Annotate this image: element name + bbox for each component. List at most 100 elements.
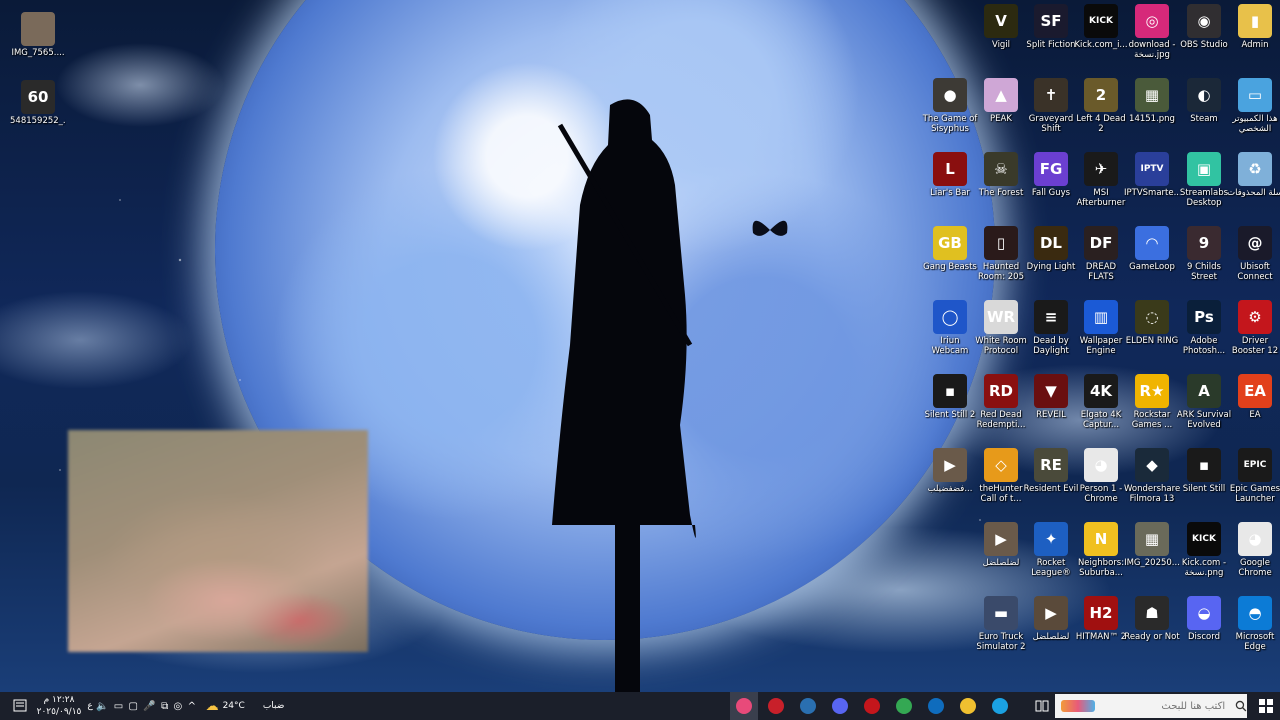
desktop-icon[interactable]: ☗ Ready or Not bbox=[1124, 596, 1180, 660]
desktop-icon[interactable]: ▲ PEAK bbox=[973, 78, 1029, 142]
desktop-icon[interactable]: H2 HITMAN™ 2 bbox=[1073, 596, 1129, 660]
desktop-icon[interactable]: ⚙ Driver Booster 12 bbox=[1227, 300, 1280, 364]
desktop-icon[interactable]: ▶ لضلصلضل bbox=[1023, 596, 1079, 660]
copy-icon[interactable]: ⧉ bbox=[161, 701, 168, 712]
desktop-icon[interactable]: ◕ Google Chrome bbox=[1227, 522, 1280, 586]
desktop-icon[interactable]: ● The Game of Sisyphus bbox=[922, 78, 978, 142]
desktop-icon[interactable]: FG Fall Guys bbox=[1023, 152, 1079, 216]
volume-icon[interactable]: 🔈 bbox=[96, 701, 108, 712]
desktop-icon[interactable]: IPTV IPTVSmarte... bbox=[1124, 152, 1180, 216]
desktop-icon[interactable]: @ Ubisoft Connect bbox=[1227, 226, 1280, 290]
steam-icon: ◐ bbox=[1187, 78, 1221, 112]
desktop-icon[interactable]: ♻ سلة المحذوفات bbox=[1227, 152, 1280, 216]
desktop-icon-label: Vigil bbox=[991, 40, 1011, 50]
desktop-icon[interactable]: ▯ Haunted Room: 205 bbox=[973, 226, 1029, 290]
desktop-icon[interactable]: L Liar's Bar bbox=[922, 152, 978, 216]
desktop-icon[interactable]: ▥ Wallpaper Engine bbox=[1073, 300, 1129, 364]
desktop-icon[interactable]: 4K Elgato 4K Captur... bbox=[1073, 374, 1129, 438]
desktop-icon[interactable]: ▮ Admin bbox=[1227, 4, 1280, 68]
taskbar-app-button[interactable] bbox=[922, 692, 950, 720]
notification-center-button[interactable] bbox=[6, 692, 34, 720]
desktop-icon[interactable]: ▬ Euro Truck Simulator 2 bbox=[973, 596, 1029, 660]
desktop-icon[interactable]: R★ Rockstar Games ... bbox=[1124, 374, 1180, 438]
desktop-icon[interactable]: ▪ Silent Still 2 bbox=[922, 374, 978, 438]
desktop-icon[interactable]: ▣ Streamlabs Desktop bbox=[1176, 152, 1232, 216]
search-icon bbox=[1235, 700, 1247, 712]
desktop-icon[interactable]: ◎ download - نسخة.jpg bbox=[1124, 4, 1180, 68]
start-button[interactable] bbox=[1252, 692, 1280, 720]
webcam-preview[interactable] bbox=[68, 430, 368, 652]
desktop-icon[interactable]: WR White Room Protocol bbox=[973, 300, 1029, 364]
desktop-icon[interactable]: ◇ theHunter Call of t... bbox=[973, 448, 1029, 512]
task-view-button[interactable] bbox=[1028, 692, 1056, 720]
desktop-icon[interactable]: ▶ فضفضيلب... bbox=[922, 448, 978, 512]
desktop-icon[interactable]: SF Split Fiction bbox=[1023, 4, 1079, 68]
desktop-icon[interactable]: ◉ OBS Studio bbox=[1176, 4, 1232, 68]
taskbar-app-button[interactable] bbox=[858, 692, 886, 720]
hitman-icon: H2 bbox=[1084, 596, 1118, 630]
taskbar-search-box[interactable] bbox=[1055, 694, 1247, 718]
desktop-icon-label: لضلصلضل bbox=[982, 558, 1020, 568]
desktop-icon[interactable]: ▦ IMG_20250... bbox=[1124, 522, 1180, 586]
desktop-icon[interactable]: A ARK Survival Evolved bbox=[1176, 374, 1232, 438]
desktop-icon-label: 548159252_... bbox=[10, 116, 66, 126]
desktop-icon[interactable]: ≡ Dead by Daylight bbox=[1023, 300, 1079, 364]
desktop-icon[interactable]: ☠ The Forest bbox=[973, 152, 1029, 216]
desktop-icon-label: ELDEN RING bbox=[1125, 336, 1179, 346]
desktop-icon[interactable]: RD Red Dead Redempti... bbox=[973, 374, 1029, 438]
desktop-icon[interactable]: DF DREAD FLATS bbox=[1073, 226, 1129, 290]
desktop-icon[interactable]: ◐ Steam bbox=[1176, 78, 1232, 142]
desktop-icon[interactable]: 99 Childs Street bbox=[1176, 226, 1232, 290]
desktop-icon[interactable]: ▼ REVEIL bbox=[1023, 374, 1079, 438]
desktop-icon[interactable]: ✝ Graveyard Shift bbox=[1023, 78, 1079, 142]
desktop-icon[interactable]: DL Dying Light bbox=[1023, 226, 1079, 290]
desktop-icon[interactable]: ▶ لضلصلضل bbox=[973, 522, 1029, 586]
tray-app-icon[interactable]: ◎ bbox=[174, 701, 183, 712]
chevron-up-icon[interactable]: ^ bbox=[188, 701, 196, 712]
desktop-icon-label: Wondershare Filmora 13 bbox=[1124, 484, 1180, 504]
taskbar-app-button[interactable] bbox=[794, 692, 822, 720]
desktop-icon-label: IMG_7565.... bbox=[11, 48, 65, 58]
taskbar-app-button[interactable] bbox=[762, 692, 790, 720]
desktop-icon[interactable]: ▦ 14151.png bbox=[1124, 78, 1180, 142]
desktop-icon[interactable]: ◯ Iriun Webcam bbox=[922, 300, 978, 364]
taskbar-app-button[interactable] bbox=[890, 692, 918, 720]
desktop-icon[interactable]: ▪ Silent Still bbox=[1176, 448, 1232, 512]
taskbar-app-button[interactable] bbox=[954, 692, 982, 720]
desktop-icon[interactable]: 60 548159252_... bbox=[10, 80, 66, 144]
display-icon[interactable]: ▢ bbox=[129, 701, 138, 712]
taskbar-app-button[interactable] bbox=[730, 692, 758, 720]
clock[interactable]: ١٢:٢٨ م ٢٠٢٥/٠٩/١٥ bbox=[36, 694, 82, 718]
weather-widget[interactable]: ☁ 24°C ضباب bbox=[200, 692, 290, 720]
network-icon[interactable]: ▭ bbox=[114, 701, 123, 712]
desktop-icon[interactable]: ✦ Rocket League® bbox=[1023, 522, 1079, 586]
desktop-icon[interactable]: ◕ Person 1 - Chrome bbox=[1073, 448, 1129, 512]
desktop-icon[interactable]: ◆ Wondershare Filmora 13 bbox=[1124, 448, 1180, 512]
desktop-icon-label: Streamlabs Desktop bbox=[1179, 188, 1229, 208]
desktop-icon[interactable]: ◒ Discord bbox=[1176, 596, 1232, 660]
input-language[interactable]: ع bbox=[84, 692, 96, 720]
desktop-icon[interactable]: EA EA bbox=[1227, 374, 1280, 438]
desktop-icon[interactable]: Ps Adobe Photosh... bbox=[1176, 300, 1232, 364]
desktop-icon[interactable]: ✈ MSI Afterburner bbox=[1073, 152, 1129, 216]
desktop-icon[interactable]: ◌ ELDEN RING bbox=[1124, 300, 1180, 364]
desktop-icon[interactable]: KICK Kick.com_i... bbox=[1073, 4, 1129, 68]
desktop-icon[interactable]: N Neighbors: Suburba... bbox=[1073, 522, 1129, 586]
desktop-icon[interactable]: ◓ Microsoft Edge bbox=[1227, 596, 1280, 660]
record-icon bbox=[768, 698, 784, 714]
recycle-bin-icon: ♻ bbox=[1238, 152, 1272, 186]
desktop-icon[interactable]: V Vigil bbox=[973, 4, 1029, 68]
desktop-icon[interactable]: EPIC Epic Games Launcher bbox=[1227, 448, 1280, 512]
taskbar-app-button[interactable] bbox=[986, 692, 1014, 720]
search-input[interactable] bbox=[1094, 699, 1228, 713]
desktop-icon[interactable]: IMG_7565.... bbox=[10, 12, 66, 76]
thehunter-icon: ◇ bbox=[984, 448, 1018, 482]
desktop-icon[interactable]: ◠ GameLoop bbox=[1124, 226, 1180, 290]
desktop-icon[interactable]: RE Resident Evil bbox=[1023, 448, 1079, 512]
desktop-icon[interactable]: 2 Left 4 Dead 2 bbox=[1073, 78, 1129, 142]
taskbar-app-button[interactable] bbox=[826, 692, 854, 720]
desktop-icon[interactable]: GB Gang Beasts bbox=[922, 226, 978, 290]
desktop-icon[interactable]: ▭ هذا الكمبيوتر الشخصي bbox=[1227, 78, 1280, 142]
desktop-icon[interactable]: KICK Kick.com - نسخة.png bbox=[1176, 522, 1232, 586]
microphone-icon[interactable]: 🎤 bbox=[143, 701, 155, 712]
